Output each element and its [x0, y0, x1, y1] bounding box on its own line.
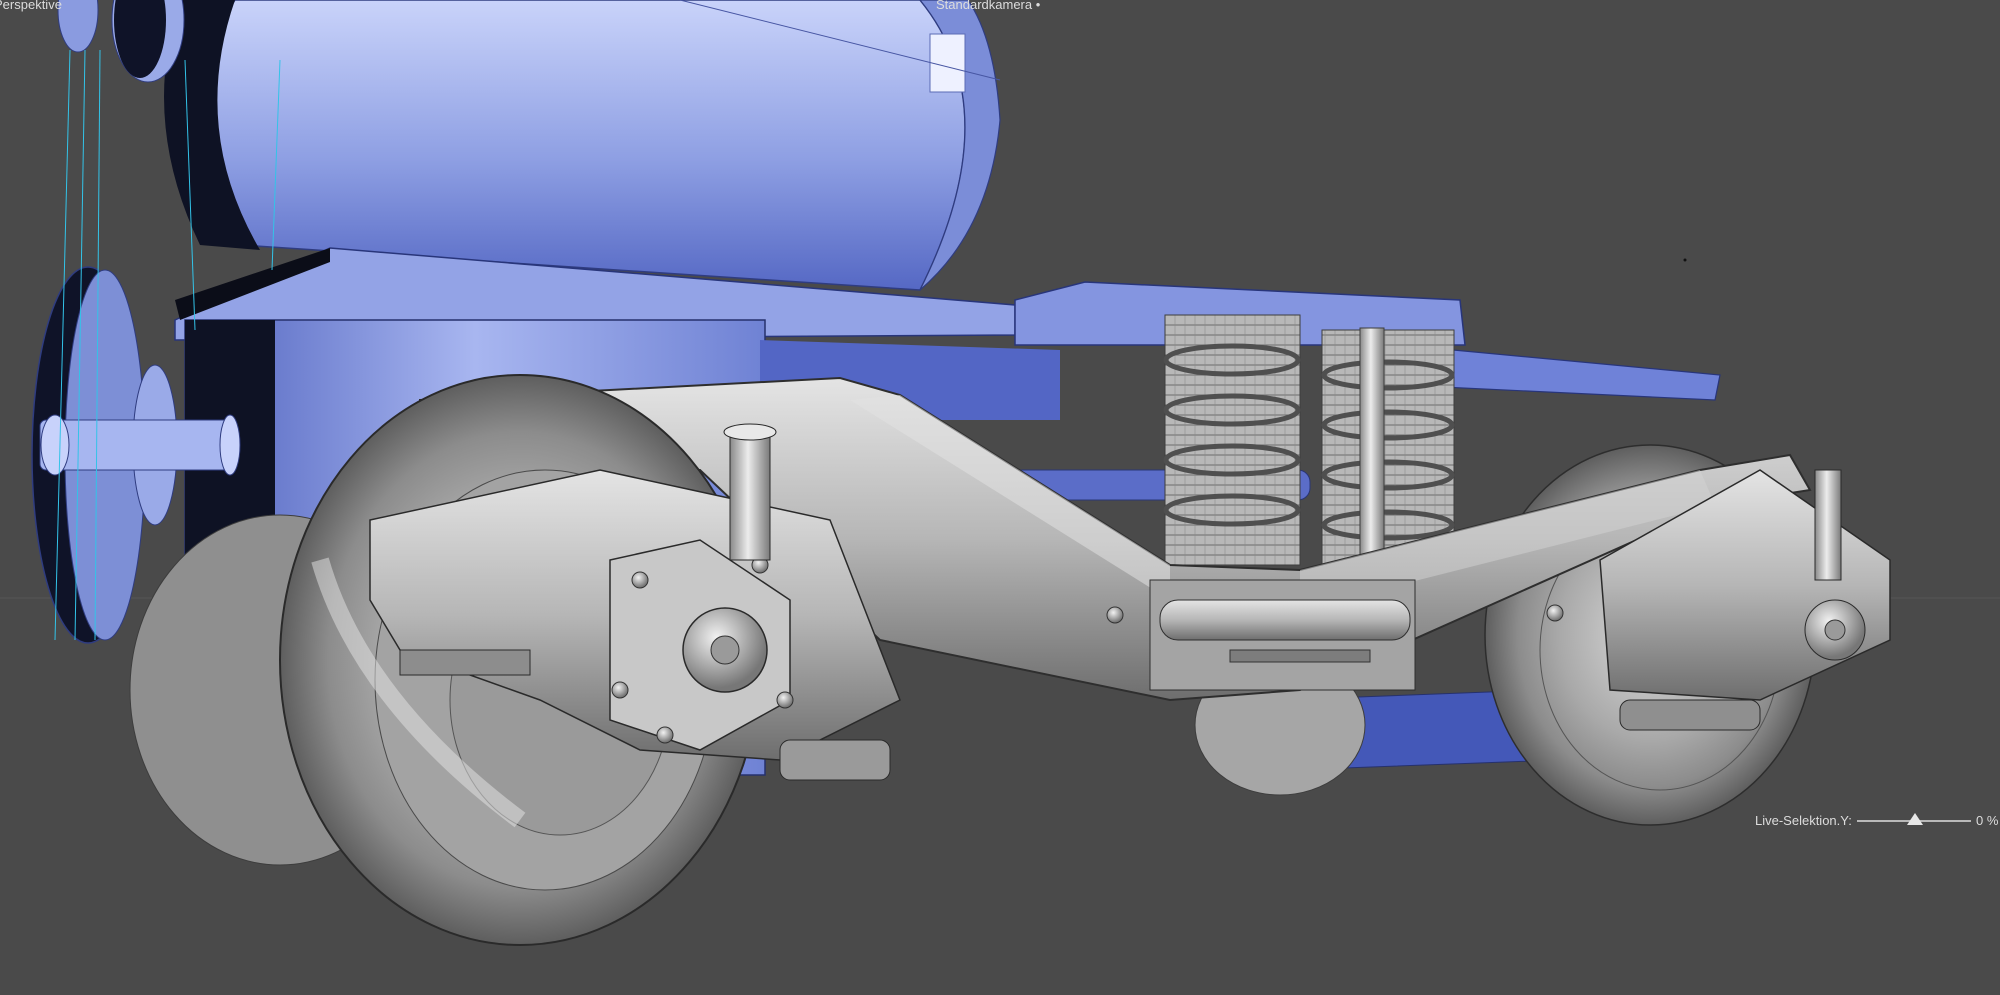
- viewport-marker: [1683, 258, 1687, 262]
- camera-name-label[interactable]: Standardkamera •: [936, 0, 1040, 12]
- live-selection-label: Live-Selektion.Y:: [1755, 813, 1852, 828]
- suspension-spring-right[interactable]: [1321, 327, 1455, 571]
- suspension-spring-left[interactable]: [1163, 314, 1301, 566]
- blue-cylinder[interactable]: [164, 0, 1001, 291]
- view-name-label[interactable]: Perspektive: [0, 0, 62, 12]
- live-selection-slider-thumb[interactable]: [1907, 813, 1923, 825]
- camera-name: Standardkamera: [936, 0, 1033, 12]
- camera-indicator: •: [1032, 0, 1041, 12]
- live-selection-value: 0 %: [1976, 813, 1999, 828]
- bogie-3d-model[interactable]: [0, 0, 2000, 995]
- 3d-viewport[interactable]: Perspektive Standardkamera • Live-Selekt…: [0, 0, 2000, 995]
